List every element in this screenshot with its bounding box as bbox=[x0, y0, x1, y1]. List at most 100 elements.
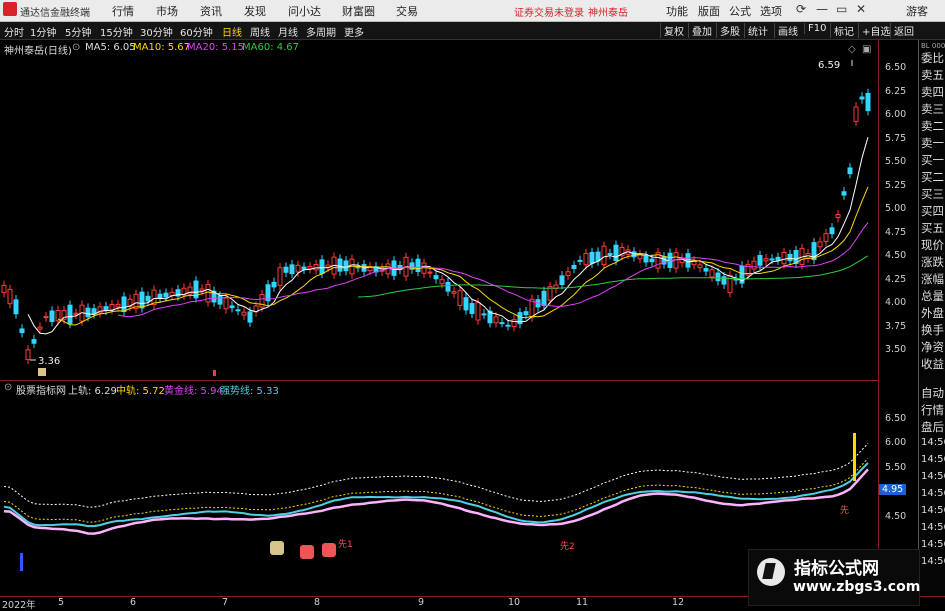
indicator-settings-icon[interactable]: ⊙ bbox=[4, 382, 12, 393]
candle[interactable] bbox=[427, 271, 433, 274]
candle[interactable] bbox=[463, 297, 469, 311]
menu-market[interactable]: 市场 bbox=[156, 3, 178, 19]
event-marker-icon[interactable] bbox=[213, 370, 216, 376]
candle[interactable] bbox=[859, 96, 865, 100]
candle[interactable] bbox=[415, 258, 421, 272]
candle[interactable] bbox=[73, 312, 79, 315]
candle[interactable] bbox=[601, 245, 607, 266]
candle[interactable] bbox=[247, 311, 253, 323]
period-daily[interactable]: 日线 bbox=[222, 24, 242, 39]
period-15min[interactable]: 15分钟 bbox=[100, 24, 133, 39]
candle[interactable] bbox=[559, 275, 565, 286]
menu-trade[interactable]: 交易 bbox=[396, 3, 418, 19]
candle[interactable] bbox=[775, 256, 781, 261]
candle[interactable] bbox=[445, 281, 451, 292]
menu-discover[interactable]: 发现 bbox=[244, 3, 266, 19]
mark-button[interactable]: 标记 bbox=[830, 23, 857, 38]
candle[interactable] bbox=[37, 326, 43, 330]
candle[interactable] bbox=[67, 304, 73, 325]
period-intraday[interactable]: 分时 bbox=[4, 24, 24, 39]
candle[interactable] bbox=[751, 260, 757, 270]
candle[interactable] bbox=[433, 275, 439, 280]
candle[interactable] bbox=[85, 307, 91, 318]
candle[interactable] bbox=[265, 284, 271, 302]
candle[interactable] bbox=[199, 288, 205, 292]
candle[interactable] bbox=[241, 311, 247, 316]
candle[interactable] bbox=[19, 328, 25, 334]
period-multi[interactable]: 多周期 bbox=[306, 24, 336, 39]
candle[interactable] bbox=[715, 272, 721, 282]
candle[interactable] bbox=[25, 349, 31, 361]
quote-side-panel[interactable]: BL 000 委比 卖五 卖四 卖三 卖二 卖一 买一 买二 买三 买四 买五 … bbox=[918, 40, 945, 596]
candle[interactable] bbox=[577, 259, 583, 262]
candle[interactable] bbox=[145, 295, 151, 302]
candle[interactable] bbox=[457, 290, 463, 306]
candle[interactable] bbox=[109, 304, 115, 311]
kline-chart-pane[interactable]: 神州泰岳(日线) ⊙ MA5: 6.05 MA10: 5.67 MA20: 5.… bbox=[0, 40, 878, 381]
candle[interactable] bbox=[709, 269, 715, 278]
candle[interactable] bbox=[583, 252, 589, 266]
overlay-button[interactable]: 叠加 bbox=[688, 23, 715, 38]
candle[interactable] bbox=[607, 253, 613, 256]
candle[interactable] bbox=[817, 241, 823, 248]
candle[interactable] bbox=[505, 324, 511, 327]
multi-stock-button[interactable]: 多股 bbox=[716, 23, 743, 38]
candle[interactable] bbox=[781, 252, 787, 265]
f10-button[interactable]: F10 bbox=[804, 23, 829, 34]
candle[interactable] bbox=[703, 268, 709, 272]
candle[interactable] bbox=[697, 264, 703, 269]
period-60min[interactable]: 60分钟 bbox=[180, 24, 213, 39]
candle[interactable] bbox=[139, 291, 145, 309]
indicator-pane[interactable]: ⊙ 股票指标网 上轨: 6.29 中轨: 5.72 黄金线: 5.94 强势线:… bbox=[0, 381, 878, 596]
menu-quotes[interactable]: 行情 bbox=[112, 3, 134, 19]
auto-tab[interactable]: 自动 bbox=[921, 385, 944, 401]
signal-icon[interactable] bbox=[322, 543, 336, 557]
candle[interactable] bbox=[235, 309, 241, 312]
kline-chart[interactable] bbox=[0, 40, 878, 380]
candle[interactable] bbox=[91, 308, 97, 315]
login-notice[interactable]: 证券交易未登录 bbox=[514, 4, 584, 19]
candle[interactable] bbox=[259, 294, 265, 308]
candle[interactable] bbox=[217, 295, 223, 305]
candle[interactable] bbox=[499, 322, 505, 325]
after-hours-tab[interactable]: 盘后 bbox=[921, 419, 944, 435]
quotes-tab[interactable]: 行情 bbox=[921, 402, 944, 418]
candle[interactable] bbox=[787, 253, 793, 262]
candle[interactable] bbox=[277, 267, 283, 286]
candle[interactable] bbox=[115, 303, 121, 308]
settings-gear-icon[interactable]: ⊙ bbox=[72, 42, 80, 53]
guest-login[interactable]: 游客 bbox=[906, 3, 928, 19]
candle[interactable] bbox=[847, 167, 853, 175]
candle[interactable] bbox=[157, 293, 163, 299]
draw-line-button[interactable]: 画线 bbox=[774, 23, 801, 38]
period-5min[interactable]: 5分钟 bbox=[65, 24, 91, 39]
candle[interactable] bbox=[7, 288, 13, 305]
event-marker-icon[interactable] bbox=[38, 368, 46, 376]
candle[interactable] bbox=[283, 266, 289, 273]
candle[interactable] bbox=[667, 252, 673, 269]
candle[interactable] bbox=[565, 271, 571, 276]
menu-layout[interactable]: 版面 bbox=[698, 3, 720, 19]
candle[interactable] bbox=[841, 191, 847, 196]
period-more[interactable]: 更多 bbox=[344, 24, 364, 39]
candle[interactable] bbox=[541, 290, 547, 306]
candle[interactable] bbox=[439, 279, 445, 285]
candle[interactable] bbox=[523, 311, 529, 316]
candle[interactable] bbox=[727, 274, 733, 294]
back-button[interactable]: 返回 bbox=[890, 23, 917, 38]
candle[interactable] bbox=[685, 253, 691, 268]
candle[interactable] bbox=[469, 303, 475, 314]
candle[interactable] bbox=[481, 313, 487, 316]
candle[interactable] bbox=[49, 310, 55, 322]
candle[interactable] bbox=[301, 266, 307, 270]
add-watchlist-button[interactable]: +自选 bbox=[858, 23, 893, 38]
candle[interactable] bbox=[343, 260, 349, 272]
candle[interactable] bbox=[589, 251, 595, 264]
candle[interactable] bbox=[271, 281, 277, 288]
candle[interactable] bbox=[163, 292, 169, 298]
period-30min[interactable]: 30分钟 bbox=[140, 24, 173, 39]
candle[interactable] bbox=[823, 233, 829, 242]
candle[interactable] bbox=[319, 259, 325, 274]
menu-function[interactable]: 功能 bbox=[666, 3, 688, 19]
maximize-icon[interactable]: ▭ bbox=[836, 2, 847, 16]
